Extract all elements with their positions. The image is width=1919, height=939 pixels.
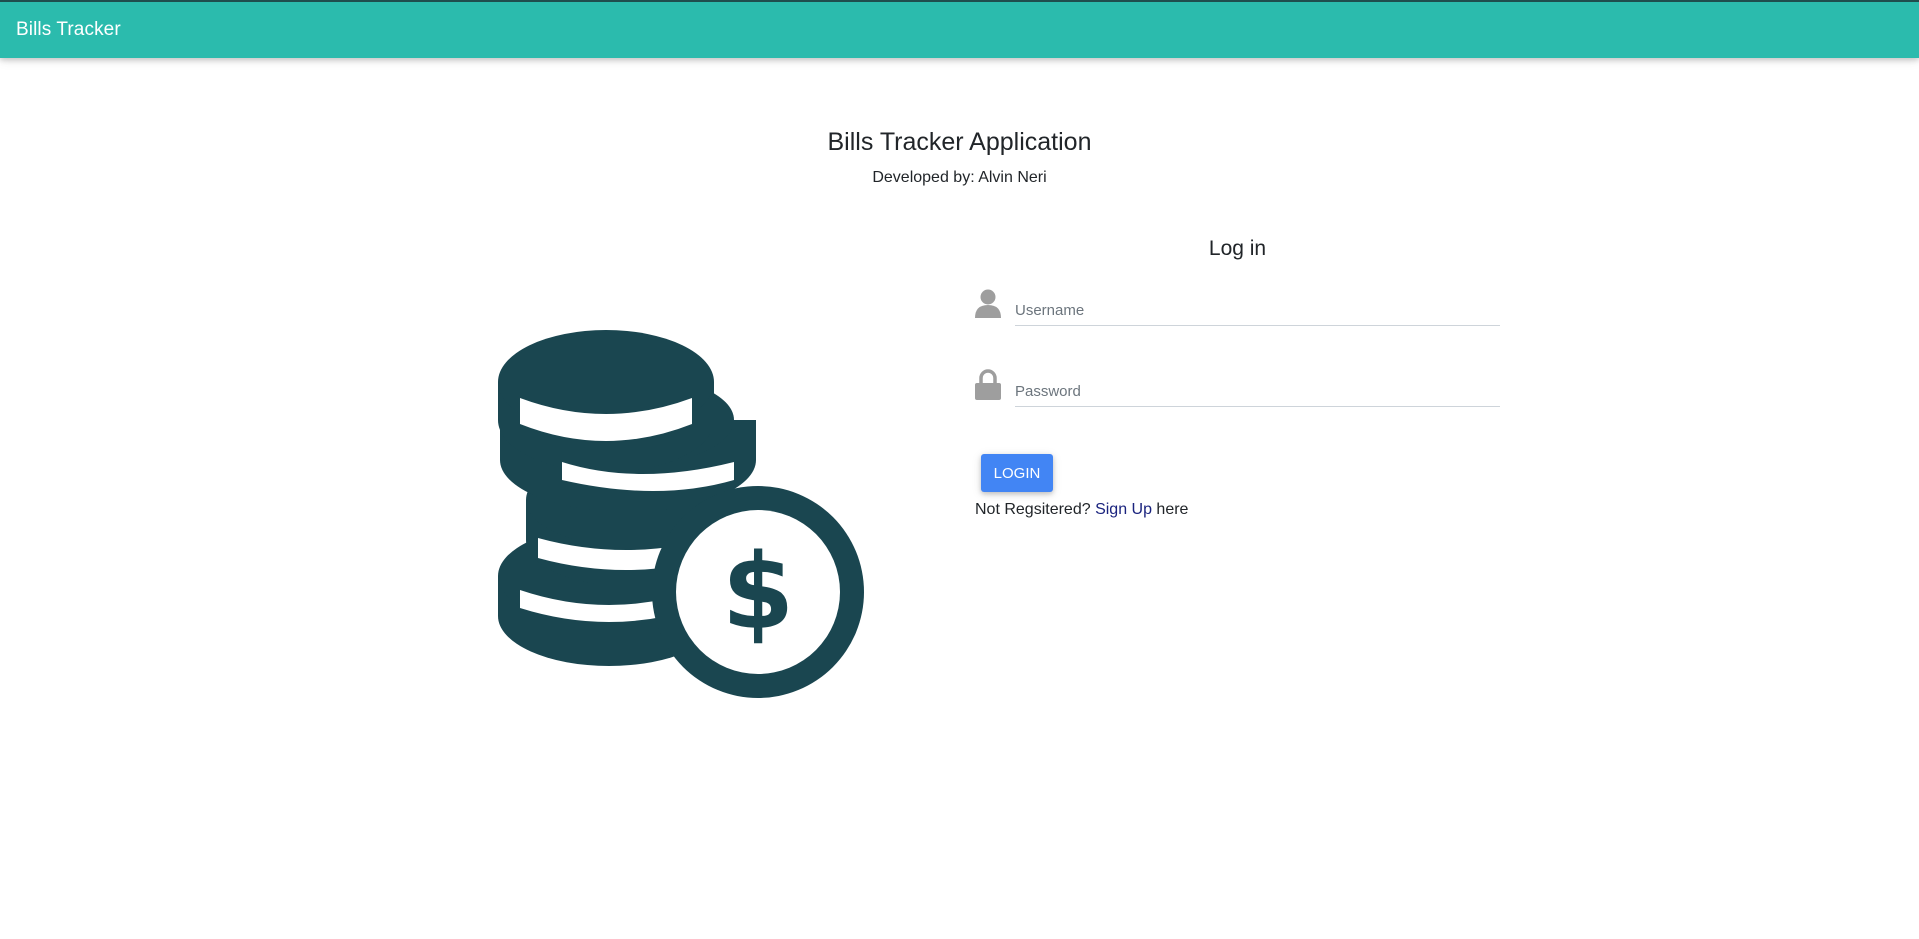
password-field-group [975,369,1501,413]
username-input[interactable] [1015,296,1500,326]
signup-link[interactable]: Sign Up [1095,501,1152,518]
svg-text:$: $ [722,531,794,653]
login-title: Log in [1208,237,1267,260]
login-button[interactable]: LOGIN [981,454,1053,492]
signup-suffix-text: here [1151,501,1189,518]
navbar-brand[interactable]: Bills Tracker [16,19,121,41]
signup-prompt: Not Regsitered? Sign Up here [975,501,1188,519]
username-field-group [975,288,1501,332]
coins-dollar-icon: $ [498,330,864,698]
password-input[interactable] [1015,377,1500,407]
page-title: Bills Tracker Application [827,128,1092,156]
signup-prefix-text: Not Regsitered? [975,501,1096,518]
top-navbar: Bills Tracker [0,0,1919,58]
page-subtitle: Developed by: Alvin Neri [872,169,1047,186]
lock-icon [975,369,1001,400]
user-icon [975,289,1001,318]
